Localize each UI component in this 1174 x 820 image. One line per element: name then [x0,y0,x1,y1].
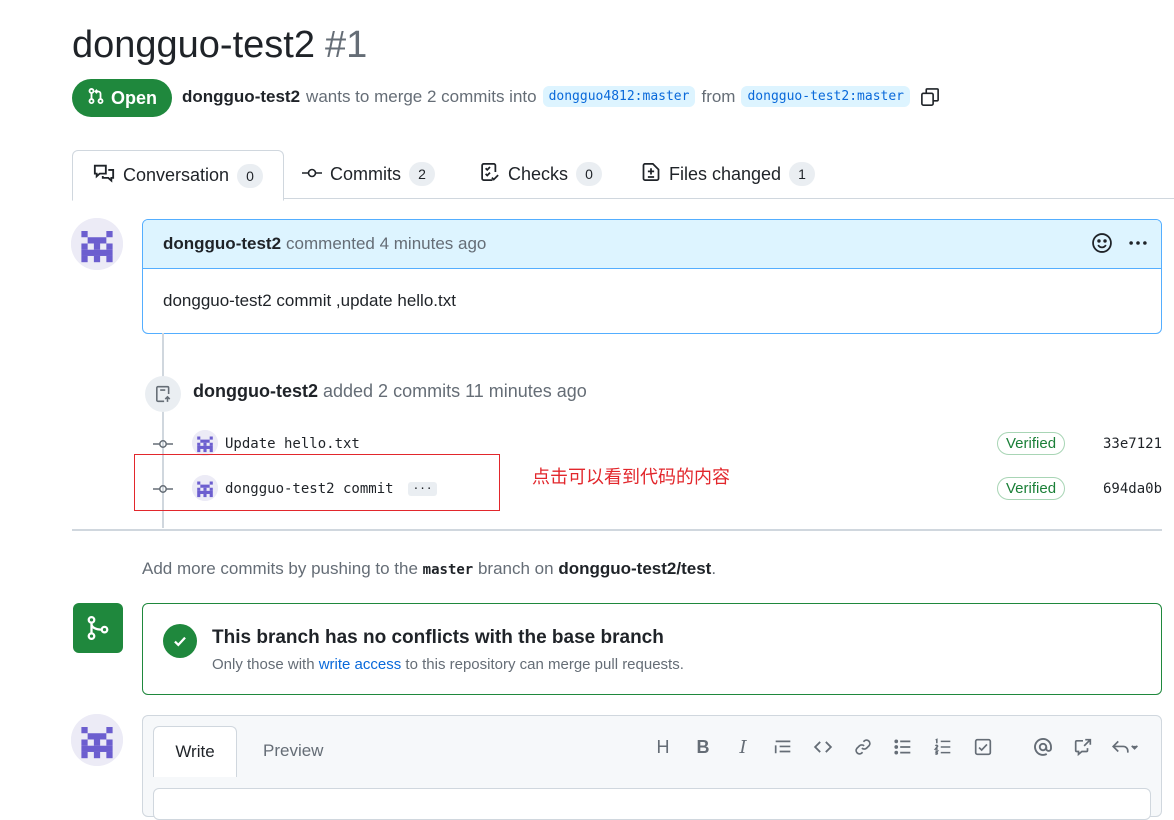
pr-number: #1 [324,24,368,66]
italic-button[interactable]: I [723,736,763,758]
hint-repo: dongguo-test2/test [558,559,712,578]
quote-button[interactable] [763,736,803,758]
kebab-horizontal-icon[interactable] [1127,232,1149,259]
cross-reference-button[interactable] [1063,736,1103,758]
timeline-divider [72,529,1162,531]
commit-sha-link[interactable]: 33e7121 [1103,436,1162,452]
task-list-icon [974,738,992,756]
tab-commits-label: Commits [330,163,401,184]
reply-icon [1111,740,1138,753]
pr-author-link[interactable]: dongguo-test2 [182,87,300,107]
pr-description-comment: dongguo-test2 commented 4 minutes ago do… [142,219,1162,334]
mention-button[interactable] [1023,736,1063,758]
copy-icon[interactable] [920,87,940,107]
smiley-icon[interactable] [1091,232,1113,259]
tab-commits-count: 2 [409,162,435,186]
italic-icon: I [739,736,747,758]
comment-author[interactable]: dongguo-test2 [163,234,281,254]
checklist-icon [480,162,500,187]
pr-state-label: Open [110,87,157,108]
git-merge-icon [73,603,123,653]
heading-icon: H [656,736,670,757]
pr-from-text: from [701,86,736,106]
saved-replies-button[interactable] [1103,736,1147,758]
pr-title: dongguo-test2 #1 [72,20,367,70]
tab-files-changed[interactable]: Files changed 1 [641,150,816,198]
link-icon [855,739,871,755]
tab-conversation[interactable]: Conversation 0 [72,150,285,201]
code-icon [813,741,833,753]
ordered-list-button[interactable] [923,736,963,758]
markdown-toolbar: H B I [643,736,1147,758]
comment-textarea[interactable] [153,788,1151,820]
avatar[interactable] [71,714,123,766]
comment-meta[interactable]: commented 4 minutes ago [286,234,486,254]
comment-actions [1091,232,1149,259]
merge-sub-prefix: Only those with [212,656,315,673]
tab-commits[interactable]: Commits 2 [302,150,435,198]
tab-conversation-label: Conversation [123,165,230,185]
base-branch-label[interactable]: dongguo4812:master [542,86,696,107]
bold-button[interactable]: B [683,736,723,758]
cross-reference-icon [1074,738,1092,756]
tab-checks-label: Checks [508,163,569,184]
commit-icon [302,164,322,185]
file-diff-icon [641,162,661,187]
comment-header: dongguo-test2 commented 4 minutes ago [143,220,1161,269]
head-branch-label[interactable]: dongguo-test2:master [741,86,911,107]
commit-avatar[interactable] [192,430,218,456]
merge-sub-suffix: to this repository can merge pull reques… [405,656,684,673]
pull-request-icon [87,87,105,110]
merge-status-box: This branch has no conflicts with the ba… [142,603,1162,695]
link-button[interactable] [843,736,883,758]
merge-status-title: This branch has no conflicts with the ba… [212,627,664,648]
hint-suffix: . [711,559,717,578]
task-list-button[interactable] [963,736,1003,758]
pr-wants-text: wants to merge 2 commits into [306,86,537,106]
hint-middle: branch on [477,559,554,578]
heading-button[interactable]: H [643,736,683,758]
merge-status-subtitle: Only those with write access to this rep… [212,656,684,673]
check-circle-icon [163,624,197,658]
mention-icon [1034,738,1052,756]
commit-sha-link[interactable]: 694da0b [1103,481,1162,497]
push-hint: Add more commits by pushing to the maste… [142,559,716,579]
tab-checks-count: 0 [576,162,603,186]
pr-title-text: dongguo-test2 [72,24,315,66]
annotation-box [134,454,500,511]
pr-state-badge: Open [72,79,172,117]
tab-files-changed-label: Files changed [669,163,782,184]
new-comment-editor: Write Preview H B I [142,715,1162,820]
hint-branch: master [422,562,474,578]
tab-conversation-count: 0 [237,163,264,188]
unordered-list-icon [894,739,911,755]
commit-message-link[interactable]: Update hello.txt [225,436,360,452]
commits-added-event: dongguo-test2 added 2 commits 11 minutes… [193,381,587,402]
verified-badge[interactable]: Verified [997,477,1066,500]
repo-push-icon [145,376,181,412]
preview-tab[interactable]: Preview [263,726,323,776]
avatar[interactable] [71,218,123,270]
verified-badge[interactable]: Verified [997,432,1066,455]
conversation-icon [93,163,115,188]
write-tab[interactable]: Write [153,726,237,777]
git-commit-icon [153,437,173,451]
unordered-list-button[interactable] [883,736,923,758]
event-text: added 2 commits 11 minutes ago [323,381,587,401]
tab-checks[interactable]: Checks 0 [480,150,603,198]
annotation-text: 点击可以看到代码的内容 [532,467,730,487]
pr-meta: dongguo-test2 wants to merge 2 commits i… [182,86,940,107]
ordered-list-icon [933,738,951,755]
tab-files-changed-count: 1 [789,162,816,186]
event-author[interactable]: dongguo-test2 [193,381,318,401]
hint-prefix: Add more commits by pushing to the [142,559,418,578]
write-access-link[interactable]: write access [319,656,402,673]
code-button[interactable] [803,736,843,758]
bold-icon: B [696,736,710,757]
comment-body: dongguo-test2 commit ,update hello.txt [163,291,456,310]
quote-icon [774,740,791,754]
